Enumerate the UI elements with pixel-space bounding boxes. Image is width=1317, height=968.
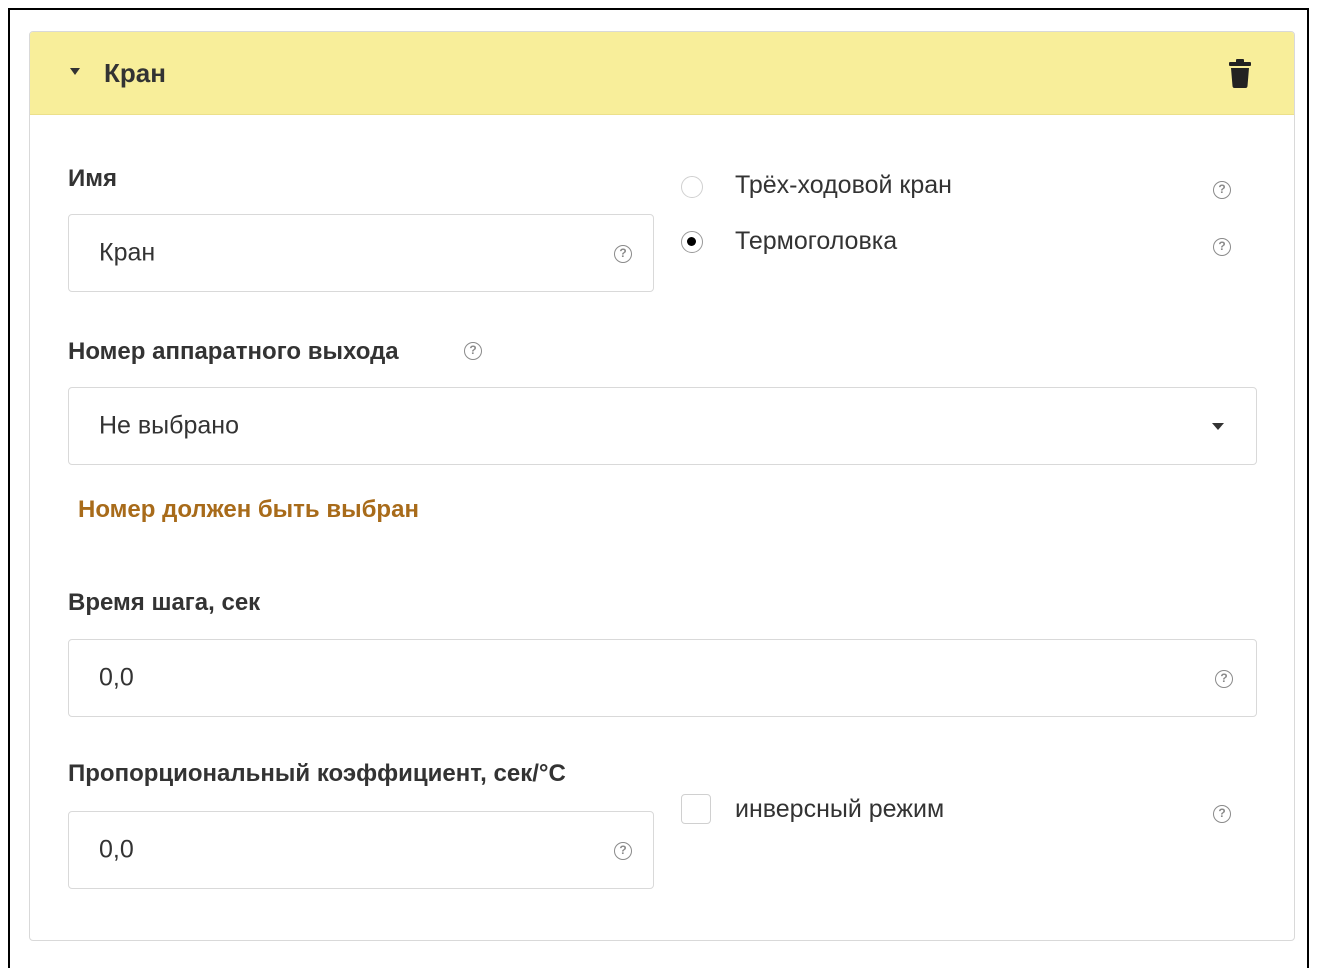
- thermo-head-label[interactable]: Термоголовка: [735, 227, 897, 256]
- step-time-value: 0,0: [99, 663, 134, 692]
- output-number-select[interactable]: Не выбрано: [68, 387, 1257, 465]
- help-icon[interactable]: ?: [1213, 805, 1231, 823]
- three-way-valve-label[interactable]: Трёх-ходовой кран: [735, 171, 952, 200]
- radio-three-way-valve[interactable]: [681, 176, 703, 198]
- help-icon[interactable]: ?: [464, 342, 482, 360]
- proportional-input[interactable]: 0,0 ?: [68, 811, 654, 889]
- step-time-input[interactable]: 0,0 ?: [68, 639, 1257, 717]
- help-icon[interactable]: ?: [614, 245, 632, 263]
- step-time-label: Время шага, сек: [68, 589, 261, 616]
- inverse-mode-checkbox[interactable]: [681, 794, 711, 824]
- proportional-label: Пропорциональный коэффициент, сек/°C: [68, 760, 566, 787]
- help-icon[interactable]: ?: [1213, 181, 1231, 199]
- proportional-value: 0,0: [99, 835, 134, 864]
- name-label: Имя: [68, 165, 118, 192]
- panel-title: Кран: [104, 58, 166, 88]
- trash-icon[interactable]: [1229, 59, 1251, 88]
- inverse-mode-label[interactable]: инверсный режим: [735, 795, 944, 824]
- output-number-error: Номер должен быть выбран: [78, 496, 419, 523]
- help-icon[interactable]: ?: [614, 842, 632, 860]
- chevron-down-icon: [1212, 423, 1224, 430]
- name-input[interactable]: Кран ?: [68, 214, 654, 292]
- caret-down-icon[interactable]: [70, 68, 80, 75]
- output-number-label: Номер аппаратного выхода: [68, 338, 399, 365]
- help-icon[interactable]: ?: [1215, 670, 1233, 688]
- help-icon[interactable]: ?: [1213, 238, 1231, 256]
- panel-header[interactable]: Кран: [30, 32, 1294, 115]
- name-value: Кран: [99, 238, 156, 267]
- output-number-value: Не выбрано: [99, 411, 239, 440]
- radio-thermo-head[interactable]: [681, 231, 703, 253]
- valve-panel: Кран Имя Кран ? Трёх-ходовой кран ? Терм…: [29, 31, 1295, 941]
